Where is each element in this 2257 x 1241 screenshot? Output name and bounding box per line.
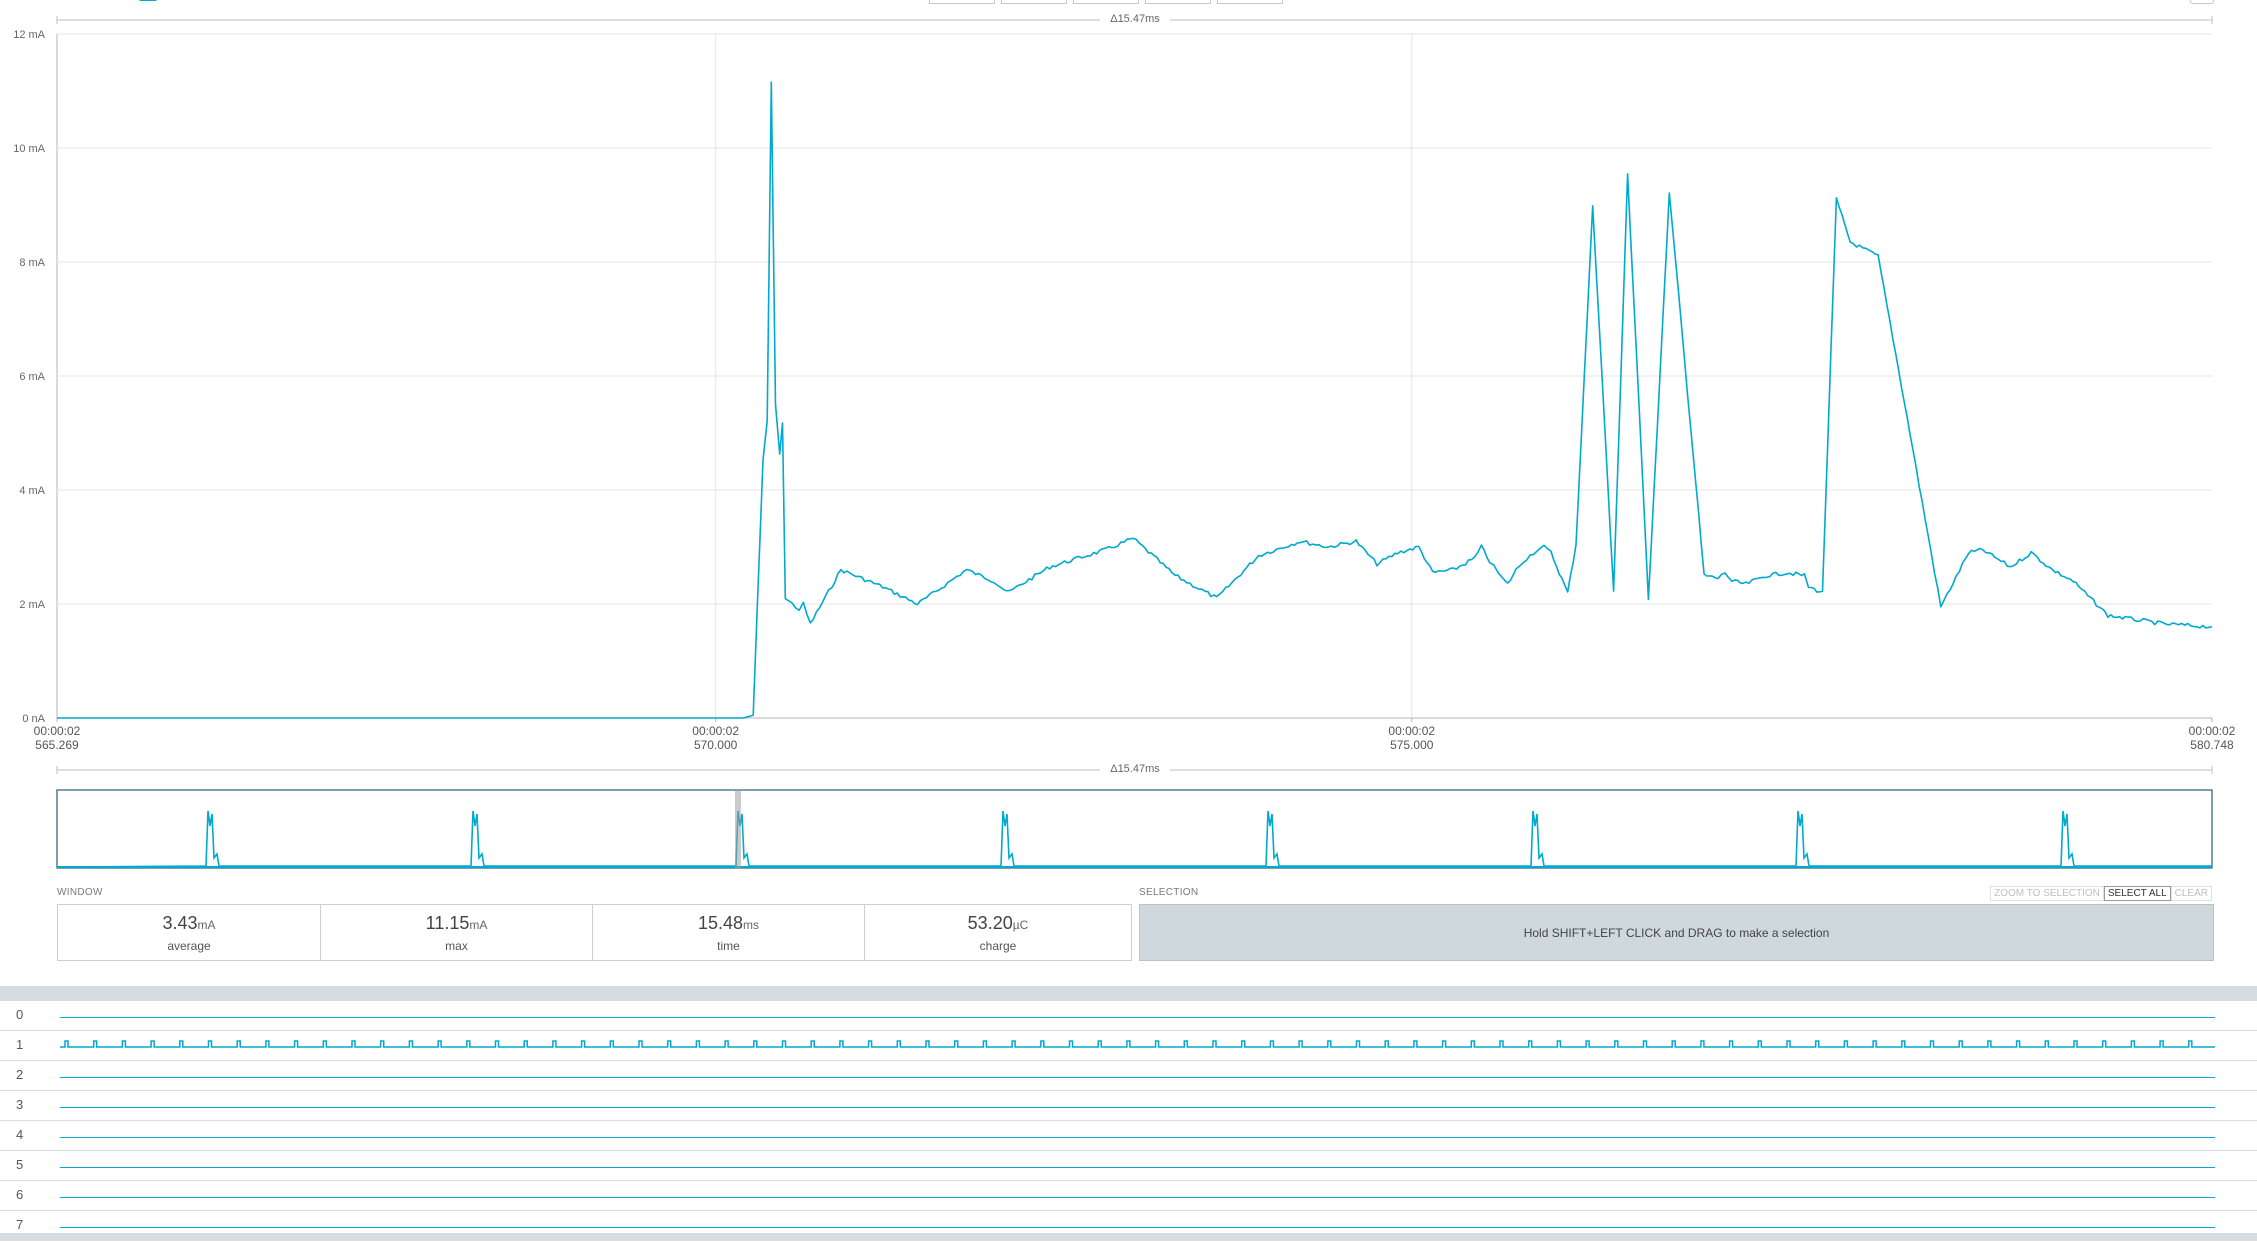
digital-channel-3: 3 bbox=[0, 1091, 2257, 1121]
stat-max: 11.15mA max bbox=[321, 905, 593, 960]
stat-time-value: 15.48 bbox=[697, 913, 744, 933]
digital-channel-label: 6 bbox=[16, 1187, 24, 1202]
stat-time-label: time bbox=[717, 939, 740, 953]
x-tick-time: 00:00:02 bbox=[692, 724, 739, 738]
stat-average: 3.43mA average bbox=[58, 905, 321, 960]
selection-box[interactable]: Hold SHIFT+LEFT CLICK and DRAG to make a… bbox=[1139, 904, 2214, 961]
digital-channel-label: 0 bbox=[16, 1007, 24, 1022]
digital-channel-1: 1 bbox=[0, 1031, 2257, 1061]
selection-hint: Hold SHIFT+LEFT CLICK and DRAG to make a… bbox=[1523, 925, 1830, 940]
x-tick-time: 00:00:02 bbox=[34, 724, 81, 738]
digital-channel-label: 2 bbox=[16, 1067, 24, 1082]
y-tick-label: 12 mA bbox=[13, 29, 45, 41]
stat-average-label: average bbox=[167, 939, 211, 953]
chart-area[interactable]: Δ15.47ms 0 nA2 mA4 mA6 mA8 mA10 mA12 mA … bbox=[0, 0, 2257, 880]
panel-divider[interactable] bbox=[0, 986, 2257, 1001]
delta-bracket-top: Δ15.47ms bbox=[56, 10, 2213, 26]
stat-average-unit: mA bbox=[197, 918, 216, 932]
select-all-button[interactable]: SELECT ALL bbox=[2103, 886, 2171, 901]
digital-channel-line bbox=[60, 1167, 2215, 1168]
digital-channel-4: 4 bbox=[0, 1121, 2257, 1151]
digital-channel-6: 6 bbox=[0, 1181, 2257, 1211]
x-tick-ms: 575.000 bbox=[1390, 738, 1434, 752]
stat-charge-value: 53.20 bbox=[967, 913, 1013, 933]
delta-bracket-overview: Δ15.47ms bbox=[56, 760, 2213, 776]
y-tick-label: 8 mA bbox=[19, 257, 45, 269]
digital-channel-label: 1 bbox=[16, 1037, 24, 1052]
x-tick-time: 00:00:02 bbox=[2189, 724, 2236, 738]
digital-channel-label: 3 bbox=[16, 1097, 24, 1112]
delta-label-overview: Δ15.47ms bbox=[1110, 763, 1160, 775]
y-tick-label: 4 mA bbox=[19, 485, 45, 497]
y-tick-label: 2 mA bbox=[19, 599, 45, 611]
digital-channel-label: 7 bbox=[16, 1217, 24, 1232]
current-trace bbox=[57, 81, 2213, 719]
digital-channel-pulses bbox=[60, 1040, 2215, 1048]
stat-charge-unit: µC bbox=[1012, 918, 1029, 932]
digital-channel-5: 5 bbox=[0, 1151, 2257, 1181]
selection-label: SELECTION bbox=[1139, 887, 1199, 898]
stat-charge-label: charge bbox=[979, 939, 1017, 953]
zoom-to-selection-button[interactable]: ZOOM TO SELECTION bbox=[1990, 886, 2104, 901]
selection-buttons: ZOOM TO SELECTION SELECT ALL CLEAR bbox=[1990, 886, 2212, 901]
x-tick-ms: 565.269 bbox=[35, 738, 79, 752]
window-stats: 3.43mA average 11.15mA max 15.48ms time … bbox=[57, 904, 1132, 961]
stat-max-unit: mA bbox=[469, 918, 488, 932]
digital-channel-label: 5 bbox=[16, 1157, 24, 1172]
overview-minimap[interactable] bbox=[56, 789, 2213, 869]
digital-channel-line bbox=[60, 1077, 2215, 1078]
digital-channel-line bbox=[60, 1137, 2215, 1138]
x-axis: 00:00:02565.26900:00:02570.00000:00:0257… bbox=[34, 724, 2236, 752]
digital-channel-0: 0 bbox=[0, 1001, 2257, 1031]
x-tick-ms: 570.000 bbox=[694, 738, 738, 752]
digital-channel-line bbox=[60, 1107, 2215, 1108]
digital-channel-line bbox=[60, 1017, 2215, 1018]
clear-button[interactable]: CLEAR bbox=[2170, 886, 2212, 901]
stat-charge: 53.20µC charge bbox=[865, 905, 1131, 960]
digital-channels: 0 1 2 3 4 5 6 7 bbox=[0, 1001, 2257, 1241]
stat-max-label: max bbox=[445, 939, 468, 953]
stat-max-value: 11.15 bbox=[425, 913, 470, 933]
y-tick-label: 10 mA bbox=[13, 143, 45, 155]
stat-time-unit: ms bbox=[743, 918, 760, 932]
digital-channel-line bbox=[60, 1197, 2215, 1198]
chart-grid bbox=[56, 33, 2213, 722]
delta-label-top: Δ15.47ms bbox=[1110, 13, 1160, 25]
y-axis: 0 nA2 mA4 mA6 mA8 mA10 mA12 mA bbox=[13, 29, 45, 725]
digital-channel-2: 2 bbox=[0, 1061, 2257, 1091]
x-tick-ms: 580.748 bbox=[2190, 738, 2234, 752]
y-tick-label: 6 mA bbox=[19, 371, 45, 383]
x-tick-time: 00:00:02 bbox=[1388, 724, 1435, 738]
digital-channel-line bbox=[60, 1227, 2215, 1228]
digital-channel-label: 4 bbox=[16, 1127, 24, 1142]
stat-time: 15.48ms time bbox=[593, 905, 865, 960]
bottom-band bbox=[0, 1233, 2257, 1240]
overview-window-marker[interactable] bbox=[735, 790, 741, 868]
window-label: WINDOW bbox=[57, 887, 103, 898]
stat-average-value: 3.43 bbox=[162, 913, 198, 933]
